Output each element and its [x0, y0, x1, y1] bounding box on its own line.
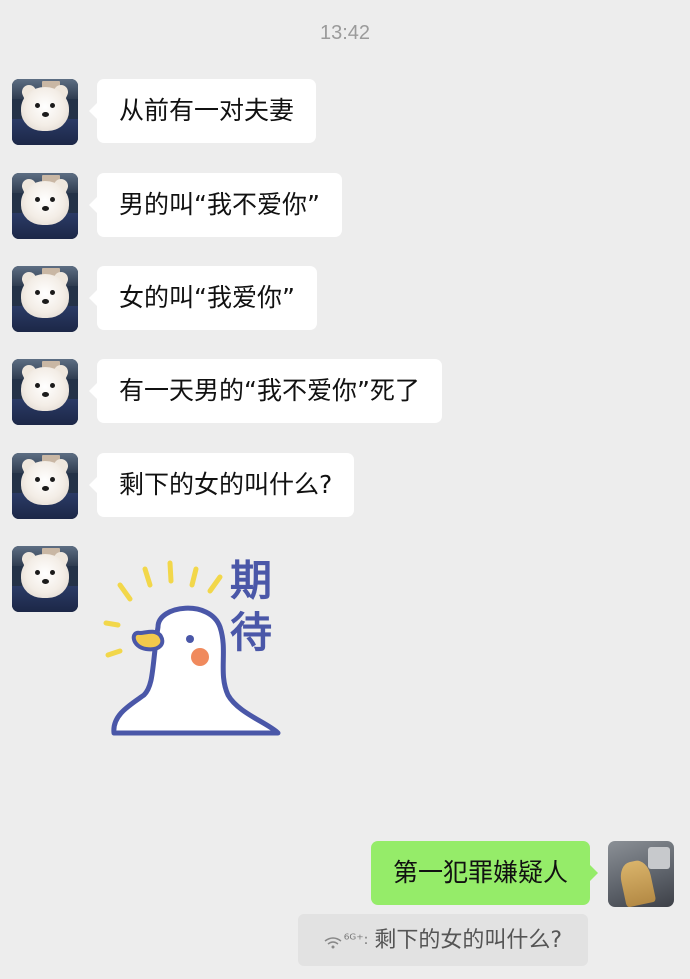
contact-avatar[interactable] [12, 453, 78, 519]
contact-avatar[interactable] [12, 546, 78, 612]
quote-sender: ⁶ᴳ⁺: [343, 932, 369, 948]
contact-avatar[interactable] [12, 173, 78, 239]
my-message-row: 第一犯罪嫌疑人 [334, 841, 674, 907]
duck-sticker-icon[interactable]: 期待 [100, 555, 290, 740]
quote-text: 剩下的女的叫什么? [374, 928, 562, 953]
incoming-message-bubble[interactable]: 女的叫“我爱你” [89, 266, 317, 330]
sticker-caption: 期待 [230, 556, 273, 657]
outgoing-message-bubble[interactable]: 第一犯罪嫌疑人 [370, 841, 599, 905]
quoted-message[interactable]: ⁶ᴳ⁺: 剩下的女的叫什么? [297, 914, 588, 966]
incoming-message-bubble[interactable]: 有一天男的“我不爱你”死了 [89, 359, 442, 423]
wifi-icon [324, 937, 342, 949]
incoming-message-bubble[interactable]: 男的叫“我不爱你” [89, 173, 342, 237]
my-avatar[interactable] [608, 841, 674, 907]
message-timestamp: 13:42 [319, 22, 371, 44]
incoming-message-bubble[interactable]: 从前有一对夫妻 [88, 79, 317, 143]
contact-avatar[interactable] [12, 266, 78, 332]
contact-avatar[interactable] [12, 79, 78, 145]
incoming-message-bubble[interactable]: 剩下的女的叫什么? [88, 453, 355, 517]
contact-avatar[interactable] [12, 359, 78, 425]
